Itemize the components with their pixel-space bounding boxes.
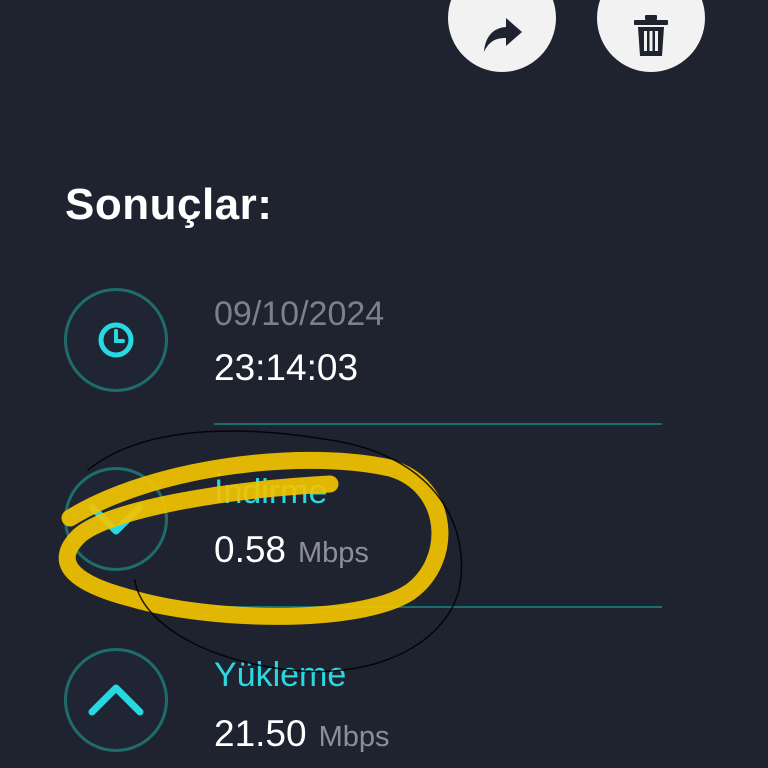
share-button[interactable] <box>448 0 556 72</box>
chevron-up-icon <box>88 684 144 716</box>
download-value: 0.58 Mbps <box>214 529 369 574</box>
results-heading: Sonuçlar: <box>65 180 273 229</box>
clock-icon-badge <box>64 288 168 392</box>
download-speed: 0.58 <box>214 529 287 570</box>
share-arrow-icon <box>484 18 522 52</box>
upload-value: 21.50 Mbps <box>214 713 390 758</box>
upload-unit: Mbps <box>318 721 390 753</box>
download-label: İndirme <box>214 473 328 511</box>
chevron-down-icon <box>88 503 144 535</box>
upload-speed: 21.50 <box>214 713 307 754</box>
download-icon-badge <box>64 467 168 571</box>
trash-icon <box>634 15 668 56</box>
clock-icon <box>98 322 134 358</box>
result-time: 23:14:03 <box>214 347 359 388</box>
result-date: 09/10/2024 <box>214 295 385 333</box>
delete-button[interactable] <box>597 0 705 72</box>
upload-label: Yükleme <box>214 656 347 694</box>
divider <box>214 606 662 608</box>
upload-icon-badge <box>64 648 168 752</box>
divider <box>214 423 662 425</box>
download-unit: Mbps <box>298 537 369 569</box>
